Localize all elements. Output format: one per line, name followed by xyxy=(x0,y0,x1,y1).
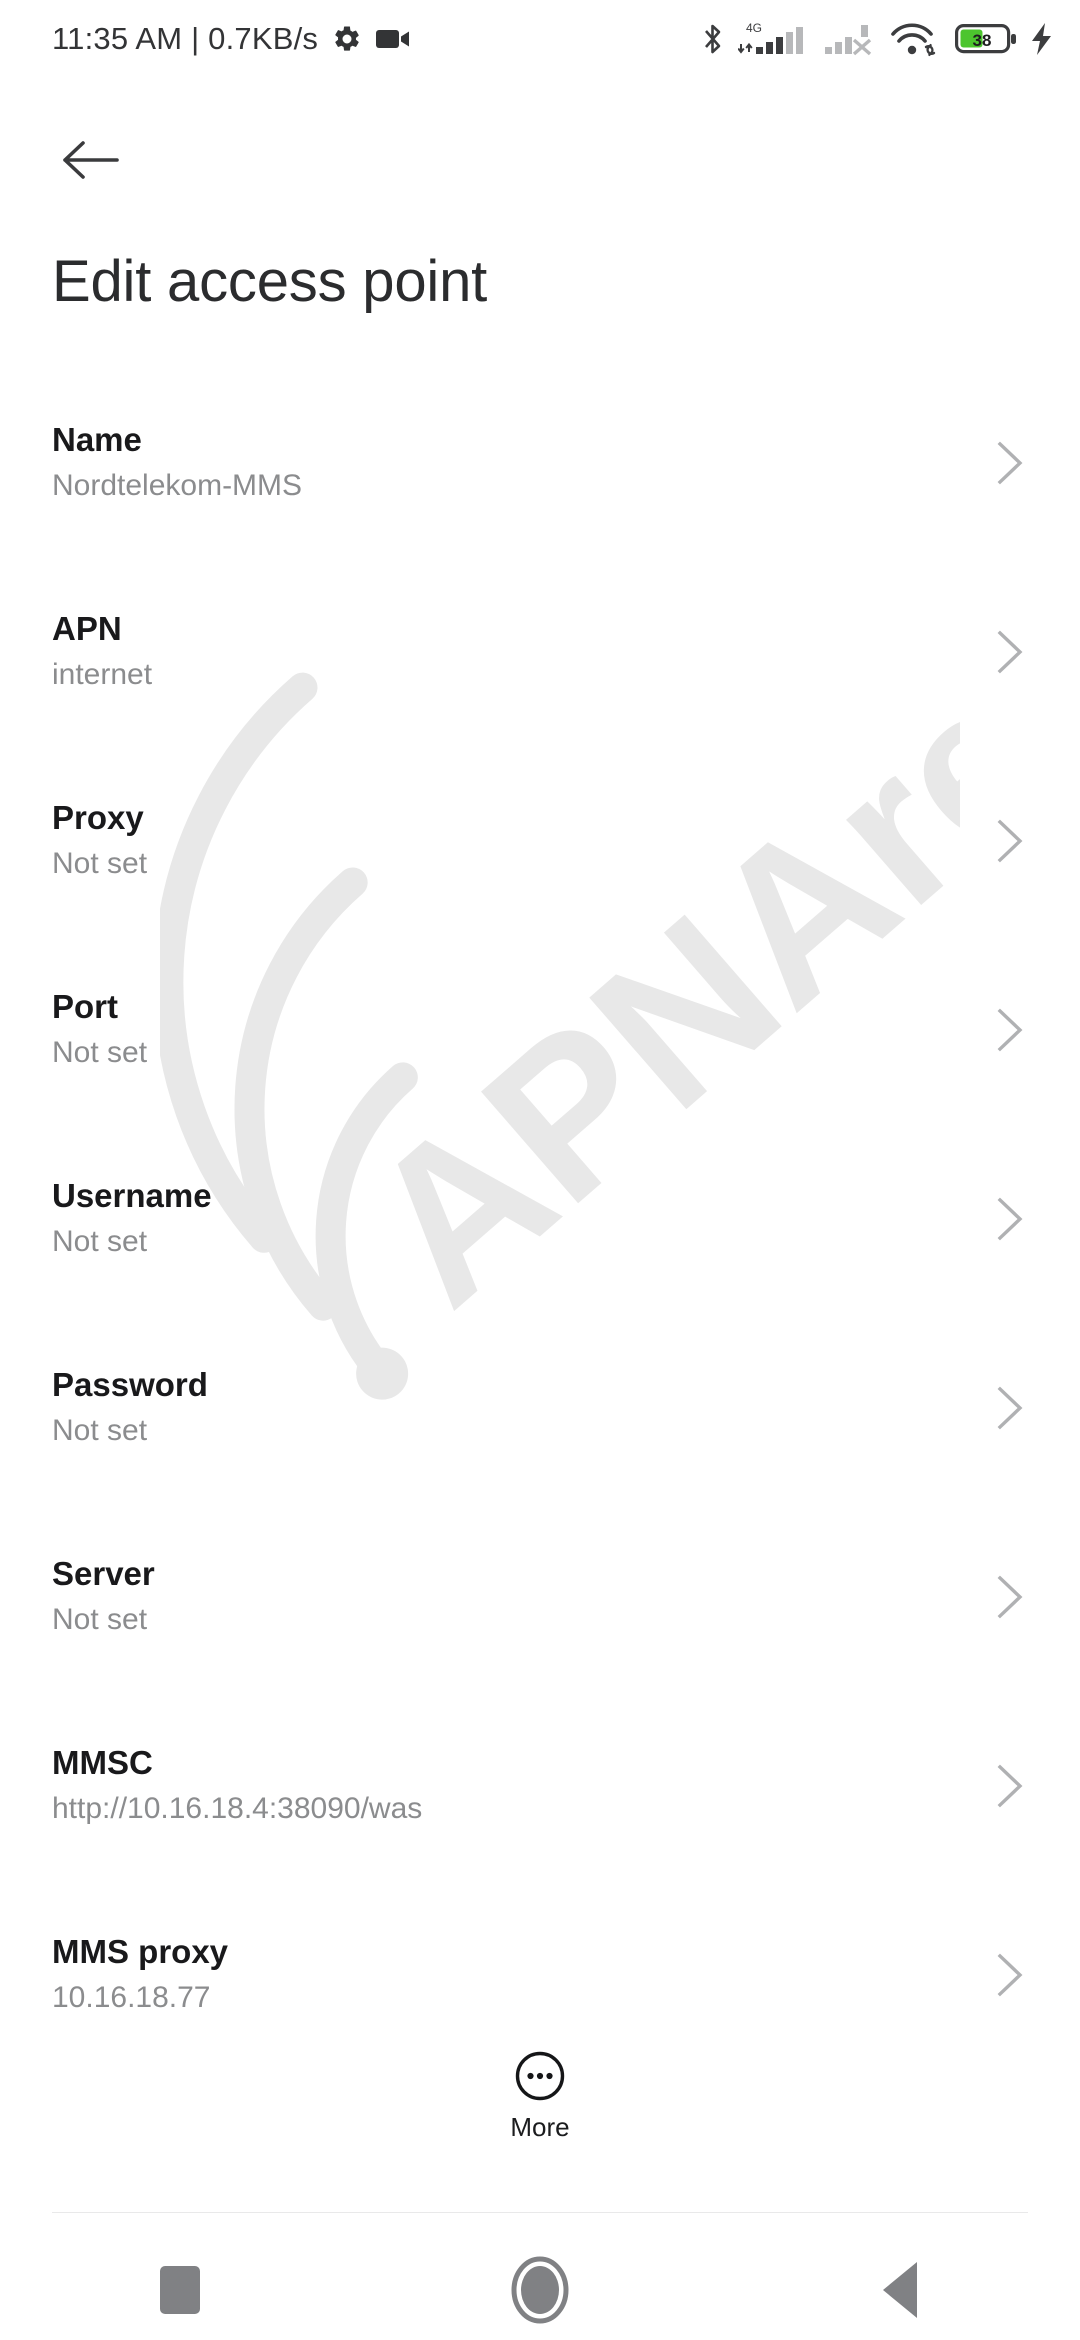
row-label: Port xyxy=(52,988,118,1025)
signal-4g-icon: 4G xyxy=(738,21,803,54)
row-label: Password xyxy=(52,1366,208,1403)
row-text: Proxy Not set xyxy=(52,796,147,886)
row-label: APN xyxy=(52,610,122,647)
chevron-right-icon xyxy=(997,630,1023,674)
setting-row-password[interactable]: Password Not set xyxy=(0,1349,1080,1538)
video-camera-icon xyxy=(376,30,410,48)
nav-home-button[interactable] xyxy=(360,2240,720,2340)
row-label: Server xyxy=(52,1555,155,1592)
chevron-right-icon xyxy=(997,1764,1023,1808)
bluetooth-icon xyxy=(705,24,721,54)
back-button[interactable] xyxy=(52,120,132,200)
battery-icon: 38 xyxy=(955,23,1016,54)
row-value: Not set xyxy=(52,1225,148,1258)
row-label: MMSC xyxy=(52,1744,153,1781)
row-text: Username Not set xyxy=(52,1174,212,1264)
status-bar: 11:35 AM | 0.7KB/s 4G 38 xyxy=(0,0,1080,78)
navigation-bar xyxy=(0,2240,1080,2340)
setting-row-proxy[interactable]: Proxy Not set xyxy=(0,782,1080,971)
row-value: Not set xyxy=(52,1414,148,1447)
charging-bolt-icon xyxy=(1032,23,1051,55)
row-value: Not set xyxy=(52,1603,148,1636)
row-value: internet xyxy=(52,658,153,691)
setting-row-server[interactable]: Server Not set xyxy=(0,1538,1080,1727)
wifi-link-icon xyxy=(924,44,936,56)
row-value: Nordtelekom-MMS xyxy=(52,469,303,502)
chevron-right-icon xyxy=(997,1575,1023,1619)
row-value: Not set xyxy=(52,847,148,880)
row-value: 10.16.18.77 xyxy=(52,1981,211,2014)
setting-row-username[interactable]: Username Not set xyxy=(0,1160,1080,1349)
more-button[interactable]: More xyxy=(0,2050,1080,2143)
network-type-label: 4G xyxy=(746,21,762,35)
more-label: More xyxy=(510,2112,570,2142)
chevron-right-icon xyxy=(997,441,1023,485)
row-label: Username xyxy=(52,1177,212,1214)
arrow-left-icon xyxy=(63,141,119,179)
status-clock: 11:35 AM | 0.7KB/s xyxy=(52,21,319,56)
settings-list: Name Nordtelekom-MMS APN internet Proxy … xyxy=(0,404,1080,2105)
square-icon xyxy=(160,2266,200,2314)
chevron-right-icon xyxy=(997,1386,1023,1430)
nav-back-button[interactable] xyxy=(720,2240,1080,2340)
circle-icon xyxy=(511,2256,569,2324)
row-text: APN internet xyxy=(52,607,152,697)
chevron-right-icon xyxy=(997,1008,1023,1052)
row-label: Proxy xyxy=(52,799,144,836)
status-bar-left: 11:35 AM | 0.7KB/s xyxy=(52,21,410,57)
signal-no-service-icon xyxy=(825,25,872,56)
row-text: Password Not set xyxy=(52,1363,208,1453)
phone-screen: APNArena 11:35 AM | 0.7KB/s 4G 38 Edit a… xyxy=(0,0,1080,2340)
nav-recents-button[interactable] xyxy=(0,2240,360,2340)
chevron-right-icon xyxy=(997,1197,1023,1241)
page-title: Edit access point xyxy=(52,249,488,314)
status-bar-right: 4G 38 xyxy=(701,19,1054,59)
setting-row-apn[interactable]: APN internet xyxy=(0,593,1080,782)
chevron-right-icon xyxy=(997,819,1023,863)
battery-percent-label: 38 xyxy=(973,31,992,50)
chevron-right-icon xyxy=(997,1953,1023,1997)
setting-row-mmsc[interactable]: MMSC http://10.16.18.4:38090/was xyxy=(0,1727,1080,1916)
bottom-divider xyxy=(52,2212,1028,2213)
row-text: Port Not set xyxy=(52,985,147,1075)
row-label: Name xyxy=(52,421,142,458)
row-text: MMSC http://10.16.18.4:38090/was xyxy=(52,1741,422,1831)
row-value: http://10.16.18.4:38090/was xyxy=(52,1792,423,1825)
triangle-left-icon xyxy=(883,2262,917,2318)
row-text: Name Nordtelekom-MMS xyxy=(52,418,302,508)
row-value: Not set xyxy=(52,1036,148,1069)
gear-icon xyxy=(335,26,359,51)
setting-row-name[interactable]: Name Nordtelekom-MMS xyxy=(0,404,1080,593)
more-circle-icon xyxy=(515,2051,565,2101)
setting-row-port[interactable]: Port Not set xyxy=(0,971,1080,1160)
row-text: Server Not set xyxy=(52,1552,155,1642)
wifi-icon xyxy=(891,23,936,56)
row-label: MMS proxy xyxy=(52,1933,229,1970)
row-text: MMS proxy 10.16.18.77 xyxy=(52,1930,228,2020)
